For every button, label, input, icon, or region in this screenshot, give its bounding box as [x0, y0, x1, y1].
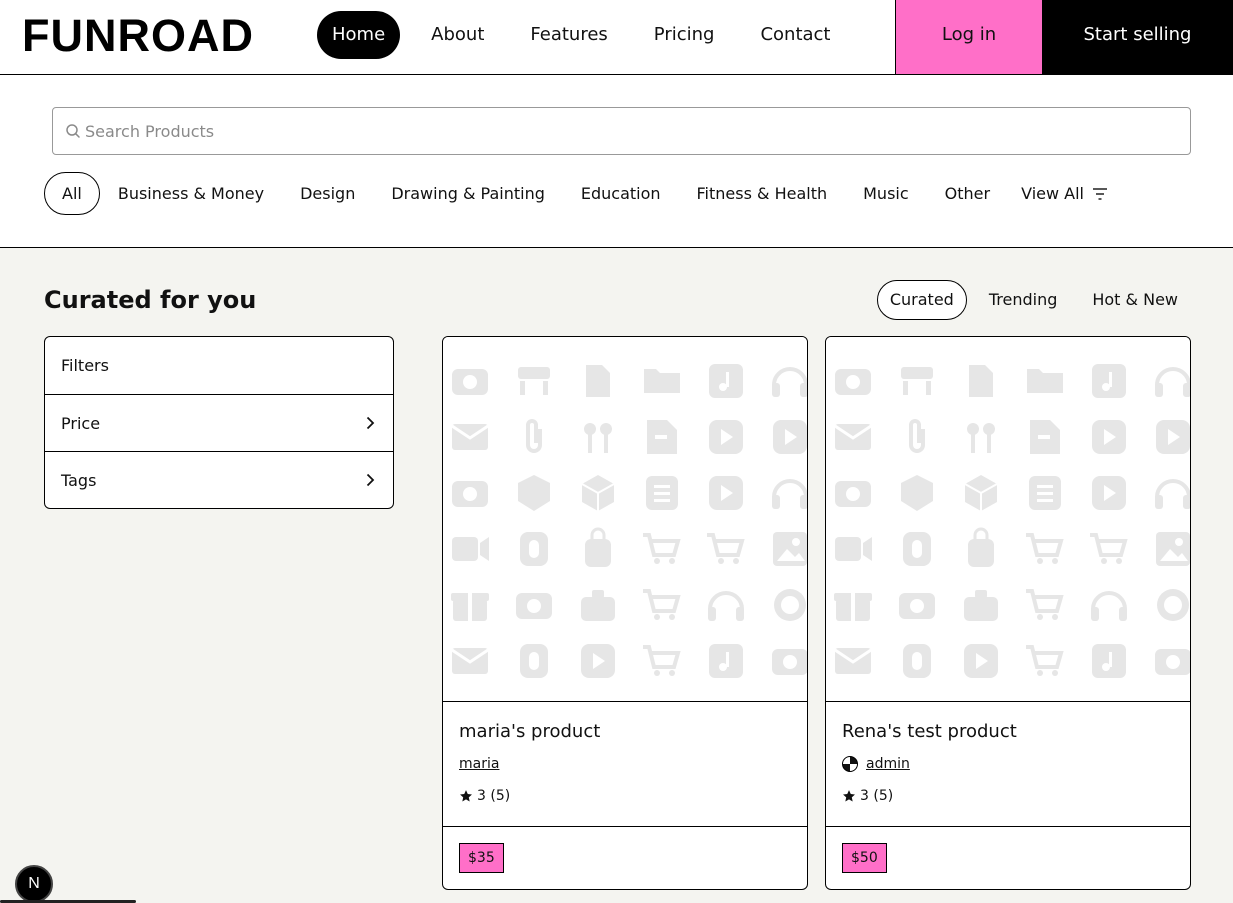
product-image-placeholder: [826, 337, 1190, 702]
tab-trending[interactable]: Trending: [976, 280, 1071, 320]
tab-hot-new[interactable]: Hot & New: [1079, 280, 1191, 320]
filter-price-label: Price: [61, 413, 101, 433]
view-all-label: View All: [1021, 184, 1084, 203]
author-link[interactable]: maria: [459, 754, 499, 774]
placeholder-pattern: [834, 364, 1190, 678]
category-drawing-painting[interactable]: Drawing & Painting: [373, 172, 563, 215]
page-title: Curated for you: [44, 286, 257, 314]
price-badge: $35: [459, 843, 504, 873]
star-icon: [460, 790, 472, 802]
category-all[interactable]: All: [44, 172, 100, 215]
category-music[interactable]: Music: [845, 172, 927, 215]
product-info: maria's product maria 3 (5): [443, 702, 807, 827]
filters-panel: Filters Price Tags: [44, 336, 394, 509]
search-icon: [66, 124, 80, 138]
view-all-button[interactable]: View All: [1008, 172, 1121, 215]
filter-price[interactable]: Price: [45, 394, 393, 451]
category-bar: All Business & Money Design Drawing & Pa…: [44, 172, 1121, 215]
search-input[interactable]: [85, 108, 1175, 154]
product-footer: $50: [826, 827, 1190, 889]
nav-contact[interactable]: Contact: [745, 11, 845, 59]
filter-icon: [1092, 187, 1107, 200]
dev-tools-badge[interactable]: N: [15, 865, 53, 903]
chevron-right-icon: [366, 473, 375, 487]
search-section: All Business & Money Design Drawing & Pa…: [0, 75, 1233, 248]
avatar: [842, 756, 858, 772]
nav-features[interactable]: Features: [515, 11, 622, 59]
filters-heading-label: Filters: [61, 356, 109, 375]
product-title: Rena's test product: [842, 721, 1017, 742]
nav-home[interactable]: Home: [317, 11, 401, 59]
filters-heading: Filters: [45, 337, 393, 394]
rating-text: 3 (5): [477, 788, 511, 804]
tab-curated[interactable]: Curated: [876, 280, 967, 320]
start-selling-button[interactable]: Start selling: [1042, 0, 1233, 74]
nav-about[interactable]: About: [416, 11, 499, 59]
search-box[interactable]: [52, 107, 1191, 155]
author-link[interactable]: admin: [866, 754, 910, 774]
category-education[interactable]: Education: [563, 172, 679, 215]
product-footer: $35: [443, 827, 807, 889]
product-card[interactable]: maria's product maria 3 (5) $35: [442, 336, 808, 890]
login-button[interactable]: Log in: [895, 0, 1042, 74]
top-navbar: FUNROAD Home About Features Pricing Cont…: [0, 0, 1233, 75]
sort-tabs: Curated Trending Hot & New: [868, 280, 1191, 320]
placeholder-glyphs: [451, 364, 807, 678]
filter-tags-label: Tags: [61, 470, 97, 490]
product-title: maria's product: [459, 721, 601, 742]
product-info: Rena's test product admin 3 (5): [826, 702, 1190, 827]
product-author: admin: [842, 754, 1174, 774]
star-icon: [843, 790, 855, 802]
logo[interactable]: FUNROAD: [22, 13, 254, 59]
product-rating: 3 (5): [459, 786, 791, 806]
category-business-money[interactable]: Business & Money: [100, 172, 282, 215]
placeholder-glyphs: [834, 364, 1190, 678]
product-author: maria: [459, 754, 791, 774]
category-design[interactable]: Design: [282, 172, 373, 215]
product-image-placeholder: [443, 337, 807, 702]
product-card[interactable]: Rena's test product admin 3 (5) $50: [825, 336, 1191, 890]
chevron-right-icon: [366, 416, 375, 430]
nav-pricing[interactable]: Pricing: [639, 11, 730, 59]
placeholder-pattern: [451, 364, 807, 678]
product-rating: 3 (5): [842, 786, 1174, 806]
rating-text: 3 (5): [860, 788, 894, 804]
category-fitness-health[interactable]: Fitness & Health: [679, 172, 846, 215]
main-nav: Home About Features Pricing Contact: [317, 11, 861, 59]
category-other[interactable]: Other: [927, 172, 1008, 215]
price-badge: $50: [842, 843, 887, 873]
filter-tags[interactable]: Tags: [45, 451, 393, 508]
